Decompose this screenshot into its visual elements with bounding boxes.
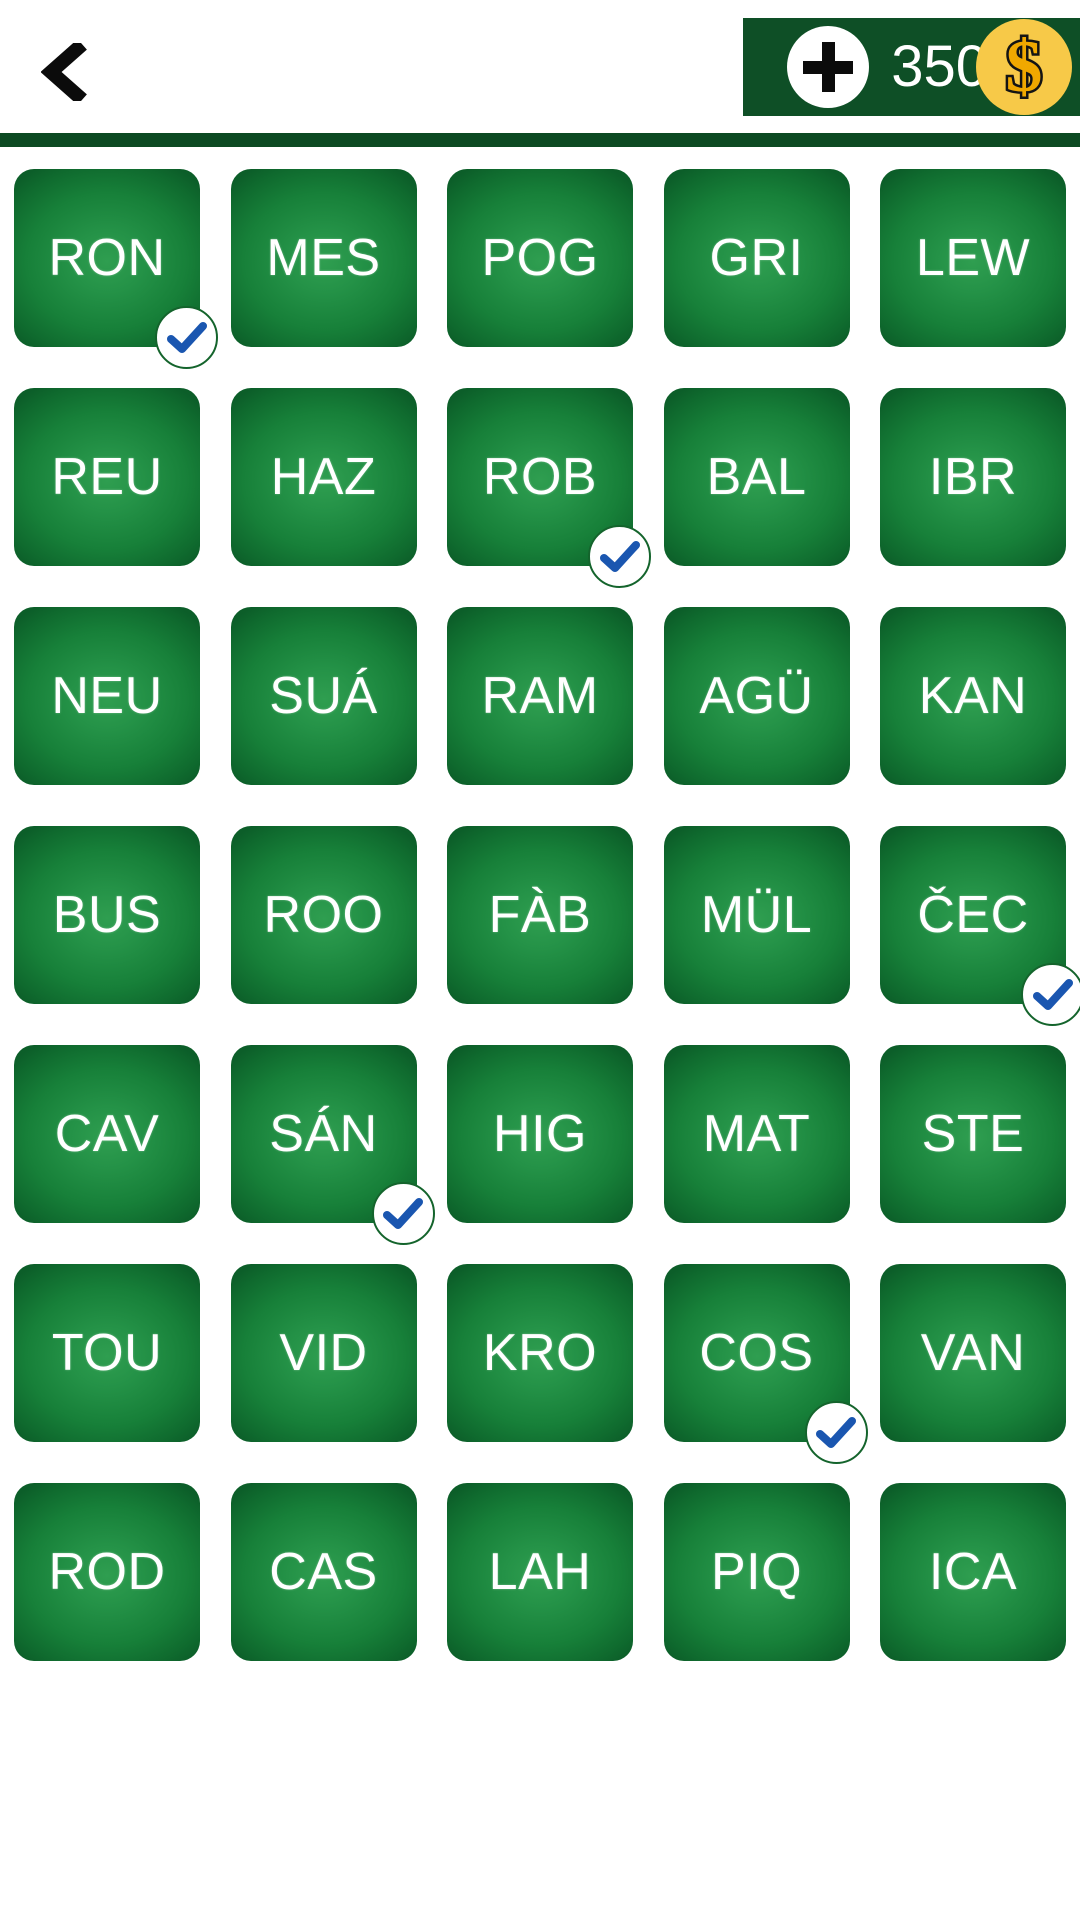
- word-tile-label: CAV: [54, 1105, 160, 1163]
- word-tile-label: RAM: [481, 667, 599, 725]
- word-tile[interactable]: BAL: [663, 388, 850, 566]
- word-tile[interactable]: MES: [230, 169, 417, 347]
- word-tile[interactable]: MÜL: [663, 826, 850, 1004]
- word-tile-label: BUS: [52, 886, 162, 944]
- word-tile-label: NEU: [51, 667, 163, 725]
- word-tile-label: RON: [48, 229, 166, 287]
- tile-row: CAV SÁN HIG MAT STE: [14, 1045, 1066, 1245]
- word-tile-label: KRO: [482, 1324, 598, 1382]
- word-tile[interactable]: AGÜ: [663, 607, 850, 785]
- word-tile[interactable]: NEU: [14, 607, 200, 785]
- word-tile-label: MES: [266, 229, 381, 287]
- word-tile-label: FÀB: [488, 886, 592, 944]
- word-tile-label: TOU: [51, 1324, 163, 1382]
- word-tile[interactable]: POG: [447, 169, 633, 347]
- word-tile-label: ČEC: [917, 886, 1029, 944]
- word-tile-label: REU: [51, 448, 163, 506]
- word-tile-label: LAH: [488, 1543, 592, 1601]
- word-tile[interactable]: ČEC: [880, 826, 1080, 1026]
- tile-row: BUS ROO FÀB MÜL ČEC: [14, 826, 1080, 1026]
- tile-row: ROD CAS LAH PIQ ICA: [14, 1483, 1066, 1661]
- word-tile[interactable]: BUS: [14, 826, 200, 1004]
- word-tile-label: MÜL: [700, 886, 813, 944]
- word-tile[interactable]: ROB: [447, 388, 651, 588]
- completed-check-icon: [155, 306, 218, 369]
- word-tile-label: VID: [279, 1324, 368, 1382]
- word-tile[interactable]: REU: [14, 388, 200, 566]
- word-tile[interactable]: HIG: [447, 1045, 633, 1223]
- tile-row: RON MES POG GRI LEW: [14, 169, 1066, 369]
- level-screen: LEVEL 1 350 $ RON MES POG GRI LEW REU HAZ ROB BA…: [0, 0, 1080, 1920]
- completed-check-icon: [1021, 963, 1080, 1026]
- word-tile-grid: RON MES POG GRI LEW REU HAZ ROB BAL IBR NEU SUÁ RAM A…: [0, 147, 1080, 1661]
- word-tile-label: SUÁ: [269, 667, 378, 725]
- word-tile[interactable]: RAM: [447, 607, 633, 785]
- word-tile[interactable]: MAT: [663, 1045, 850, 1223]
- word-tile[interactable]: COS: [663, 1264, 868, 1464]
- word-tile-label: STE: [921, 1105, 1025, 1163]
- top-header-bar: LEVEL 1 350 $: [0, 0, 1080, 133]
- word-tile-label: ROO: [263, 886, 384, 944]
- word-tile-label: ICA: [928, 1543, 1018, 1601]
- word-tile[interactable]: LEW: [880, 169, 1066, 347]
- word-tile[interactable]: PIQ: [663, 1483, 850, 1661]
- word-tile[interactable]: VID: [230, 1264, 417, 1442]
- word-tile[interactable]: LAH: [447, 1483, 633, 1661]
- word-tile[interactable]: ROO: [230, 826, 417, 1004]
- word-tile-label: VAN: [920, 1324, 1026, 1382]
- word-tile[interactable]: HAZ: [230, 388, 417, 566]
- word-tile-label: KAN: [918, 667, 1028, 725]
- word-tile[interactable]: KAN: [880, 607, 1066, 785]
- word-tile-label: PIQ: [710, 1543, 803, 1601]
- word-tile[interactable]: ROD: [14, 1483, 200, 1661]
- completed-check-icon: [588, 525, 651, 588]
- word-tile[interactable]: SÁN: [230, 1045, 435, 1245]
- completed-check-icon: [804, 1401, 868, 1464]
- word-tile-label: COS: [699, 1324, 814, 1382]
- word-tile-label: ROD: [48, 1543, 166, 1601]
- word-tile[interactable]: VAN: [880, 1264, 1066, 1442]
- word-tile-label: POG: [481, 229, 599, 287]
- tile-row: NEU SUÁ RAM AGÜ KAN: [14, 607, 1066, 785]
- back-button[interactable]: [18, 26, 110, 118]
- add-coins-button[interactable]: [787, 26, 870, 108]
- completed-check-icon: [371, 1182, 435, 1245]
- word-tile[interactable]: ICA: [880, 1483, 1066, 1661]
- word-tile-label: BAL: [706, 448, 807, 506]
- word-tile[interactable]: GRI: [663, 169, 850, 347]
- word-tile-label: HAZ: [270, 448, 377, 506]
- word-tile-label: AGÜ: [699, 667, 814, 725]
- tile-row: REU HAZ ROB BAL IBR: [14, 388, 1066, 588]
- word-tile[interactable]: STE: [880, 1045, 1066, 1223]
- word-tile[interactable]: CAV: [14, 1045, 200, 1223]
- tile-row: TOU VID KRO COS VAN: [14, 1264, 1066, 1464]
- dollar-coin-icon: $: [976, 19, 1072, 115]
- word-tile-label: HIG: [493, 1105, 587, 1163]
- word-tile[interactable]: FÀB: [447, 826, 633, 1004]
- word-tile-label: GRI: [709, 229, 804, 287]
- word-tile[interactable]: CAS: [230, 1483, 417, 1661]
- chevron-left-icon: [41, 43, 87, 101]
- word-tile-label: MAT: [702, 1105, 811, 1163]
- plus-icon: [803, 42, 854, 92]
- word-tile[interactable]: RON: [14, 169, 218, 369]
- word-tile-label: IBR: [928, 448, 1018, 506]
- word-tile-label: ROB: [482, 448, 598, 506]
- word-tile[interactable]: SUÁ: [230, 607, 417, 785]
- word-tile-label: CAS: [269, 1543, 378, 1601]
- word-tile[interactable]: KRO: [447, 1264, 633, 1442]
- word-tile-label: SÁN: [269, 1105, 378, 1163]
- coin-count: 350: [891, 34, 988, 99]
- word-tile[interactable]: IBR: [880, 388, 1066, 566]
- word-tile[interactable]: TOU: [14, 1264, 200, 1442]
- header-bottom-strip: [0, 133, 1080, 147]
- word-tile-label: LEW: [915, 229, 1031, 287]
- coin-symbol: $: [1003, 26, 1045, 108]
- page-title: LEVEL 1: [132, 38, 374, 105]
